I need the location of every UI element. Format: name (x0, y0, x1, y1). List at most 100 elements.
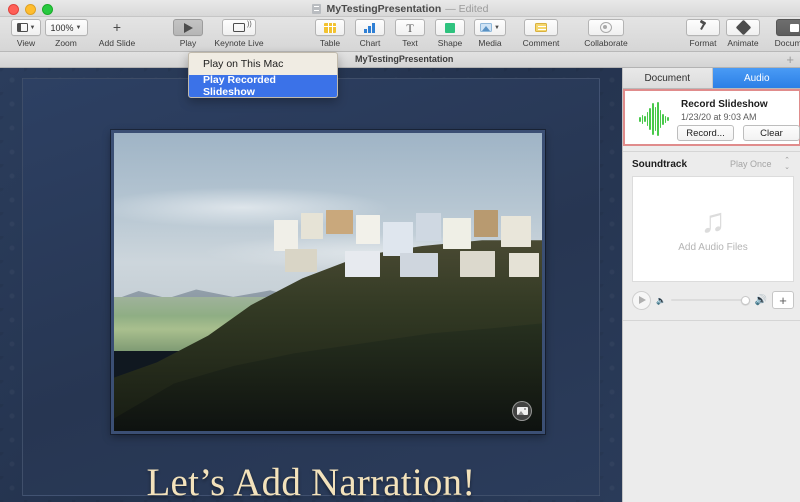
keynote-window: MyTestingPresentation — Edited ▼ View 10… (0, 0, 800, 502)
media-image-icon (480, 23, 493, 32)
toolbar-left-group: ▼ View 100% ▼ Zoom + Add Slide (6, 19, 148, 48)
speaker-high-icon: 🔊 (754, 294, 767, 306)
record-button[interactable]: Record... (677, 125, 734, 141)
audio-controls: 🔈 🔊 + (632, 290, 794, 310)
audio-dropzone-label: Add Audio Files (678, 241, 748, 253)
volume-slider[interactable] (670, 294, 750, 306)
add-slide-label: Add Slide (98, 38, 136, 48)
inspector-tabs: Document Audio (623, 68, 800, 89)
view-button-label: View (16, 38, 36, 48)
soundtrack-mode-value: Play Once (730, 159, 772, 169)
chevron-down-icon: ▼ (29, 24, 36, 31)
zoom-value-label: 100% (50, 22, 74, 33)
comment-button[interactable]: Comment (510, 19, 572, 48)
soundtrack-mode-select[interactable]: Play Once ⌃ ⌄ (726, 156, 794, 172)
record-slideshow-buttons: Record... Clear (677, 125, 800, 141)
divider (623, 320, 800, 321)
table-icon (324, 22, 336, 33)
shape-label: Shape (437, 38, 463, 48)
animate-label: Animate (727, 38, 759, 48)
format-brush-icon (697, 22, 709, 33)
document-button[interactable]: Document (763, 19, 800, 48)
keynote-live-label: Keynote Live (214, 38, 264, 48)
menu-item-play-on-this-mac[interactable]: Play on This Mac (189, 53, 337, 75)
breadcrumb-bar: MyTestingPresentation + (0, 52, 800, 68)
tab-audio[interactable]: Audio (712, 68, 800, 89)
speaker-low-icon: 🔈 (656, 295, 666, 305)
toolbar-insert-group: Table Chart T Text Shape ▼ Media Comment (310, 19, 572, 48)
slide[interactable]: Let’s Add Narration! You can easily reco… (0, 68, 622, 502)
main-toolbar: ▼ View 100%▼ Zoom + Add Slide Play Keyno… (0, 17, 800, 52)
window-title-text: MyTestingPresentation (326, 2, 442, 15)
clear-button[interactable]: Clear (743, 125, 800, 141)
zoom-button[interactable]: 100% ▼ Zoom (44, 19, 88, 48)
audio-dropzone[interactable]: ♫ Add Audio Files (632, 176, 794, 282)
toolbar-play-group: Play Keynote Live (168, 19, 270, 48)
media-label: Media (478, 38, 502, 48)
text-t-icon: T (406, 20, 414, 35)
add-slide-button[interactable]: + Add Slide (86, 19, 148, 48)
view-button[interactable]: ▼ View (6, 19, 46, 48)
table-button[interactable]: Table (310, 19, 350, 48)
toolbar-collaborate-group: Collaborate (575, 19, 637, 48)
chevron-down-icon: ▼ (75, 24, 82, 31)
media-button[interactable]: ▼ Media (470, 19, 510, 48)
play-circle-icon[interactable] (632, 290, 651, 310)
format-button[interactable]: Format (683, 19, 723, 48)
inspector-panel: Document Audio Record Slideshow 1/23/20 … (622, 68, 800, 502)
slide-canvas[interactable]: Let’s Add Narration! You can easily reco… (0, 68, 622, 502)
stepper-icon: ⌃ ⌄ (784, 157, 790, 171)
music-note-icon: ♫ (700, 201, 726, 240)
keynote-document-icon (311, 3, 321, 14)
chart-button[interactable]: Chart (350, 19, 390, 48)
breadcrumb-add-icon[interactable]: + (786, 53, 794, 66)
record-slideshow-date: 1/23/20 at 9:03 AM (681, 112, 757, 122)
document-label: Document (774, 38, 800, 48)
animate-diamond-icon (735, 19, 751, 36)
play-menu[interactable]: Play on This Mac Play Recorded Slideshow (188, 52, 338, 98)
audio-waveform-icon (635, 100, 673, 138)
menu-item-play-recorded-slideshow[interactable]: Play Recorded Slideshow (189, 74, 337, 97)
collaborate-icon (600, 22, 612, 33)
divider (623, 151, 800, 152)
village-buildings (268, 210, 542, 329)
breadcrumb[interactable]: MyTestingPresentation (355, 54, 453, 64)
window-title: MyTestingPresentation — Edited (0, 0, 800, 17)
chevron-down-icon: ▼ (494, 24, 500, 31)
comment-icon (535, 23, 547, 32)
soundtrack-header: Soundtrack Play Once ⌃ ⌄ (632, 156, 794, 172)
view-panes-icon (16, 23, 28, 32)
play-button[interactable]: Play (168, 19, 208, 48)
keynote-live-button[interactable]: Keynote Live (208, 19, 270, 48)
collaborate-label: Collaborate (584, 38, 628, 48)
table-label: Table (319, 38, 341, 48)
chart-icon (364, 22, 376, 33)
chart-label: Chart (359, 38, 381, 48)
window-edited-label: — Edited (445, 2, 489, 15)
volume-slider-knob[interactable] (740, 295, 750, 305)
keynote-live-icon (233, 21, 252, 32)
text-button[interactable]: T Text (390, 19, 430, 48)
toolbar-right-group: Format Animate Document (683, 19, 800, 48)
zoom-button-label: Zoom (55, 38, 77, 48)
title-bar: MyTestingPresentation — Edited (0, 0, 800, 17)
comment-label: Comment (522, 38, 560, 48)
hillside-village-photo (114, 133, 542, 431)
record-slideshow-section: Record Slideshow 1/23/20 at 9:03 AM Reco… (623, 89, 800, 146)
soundtrack-label: Soundtrack (632, 158, 688, 170)
shape-square-icon (445, 22, 455, 33)
shape-button[interactable]: Shape (430, 19, 470, 48)
play-triangle-icon (183, 22, 193, 33)
slide-title[interactable]: Let’s Add Narration! (40, 460, 582, 502)
document-icon (789, 23, 799, 32)
format-label: Format (689, 38, 717, 48)
text-label: Text (402, 38, 418, 48)
collaborate-button[interactable]: Collaborate (575, 19, 637, 48)
media-placeholder-icon[interactable] (512, 401, 532, 421)
play-button-label: Play (179, 38, 197, 48)
record-slideshow-title: Record Slideshow (681, 99, 768, 110)
tab-document[interactable]: Document (623, 68, 713, 89)
add-audio-button[interactable]: + (772, 291, 794, 309)
slide-image[interactable] (111, 130, 545, 434)
animate-button[interactable]: Animate (723, 19, 763, 48)
